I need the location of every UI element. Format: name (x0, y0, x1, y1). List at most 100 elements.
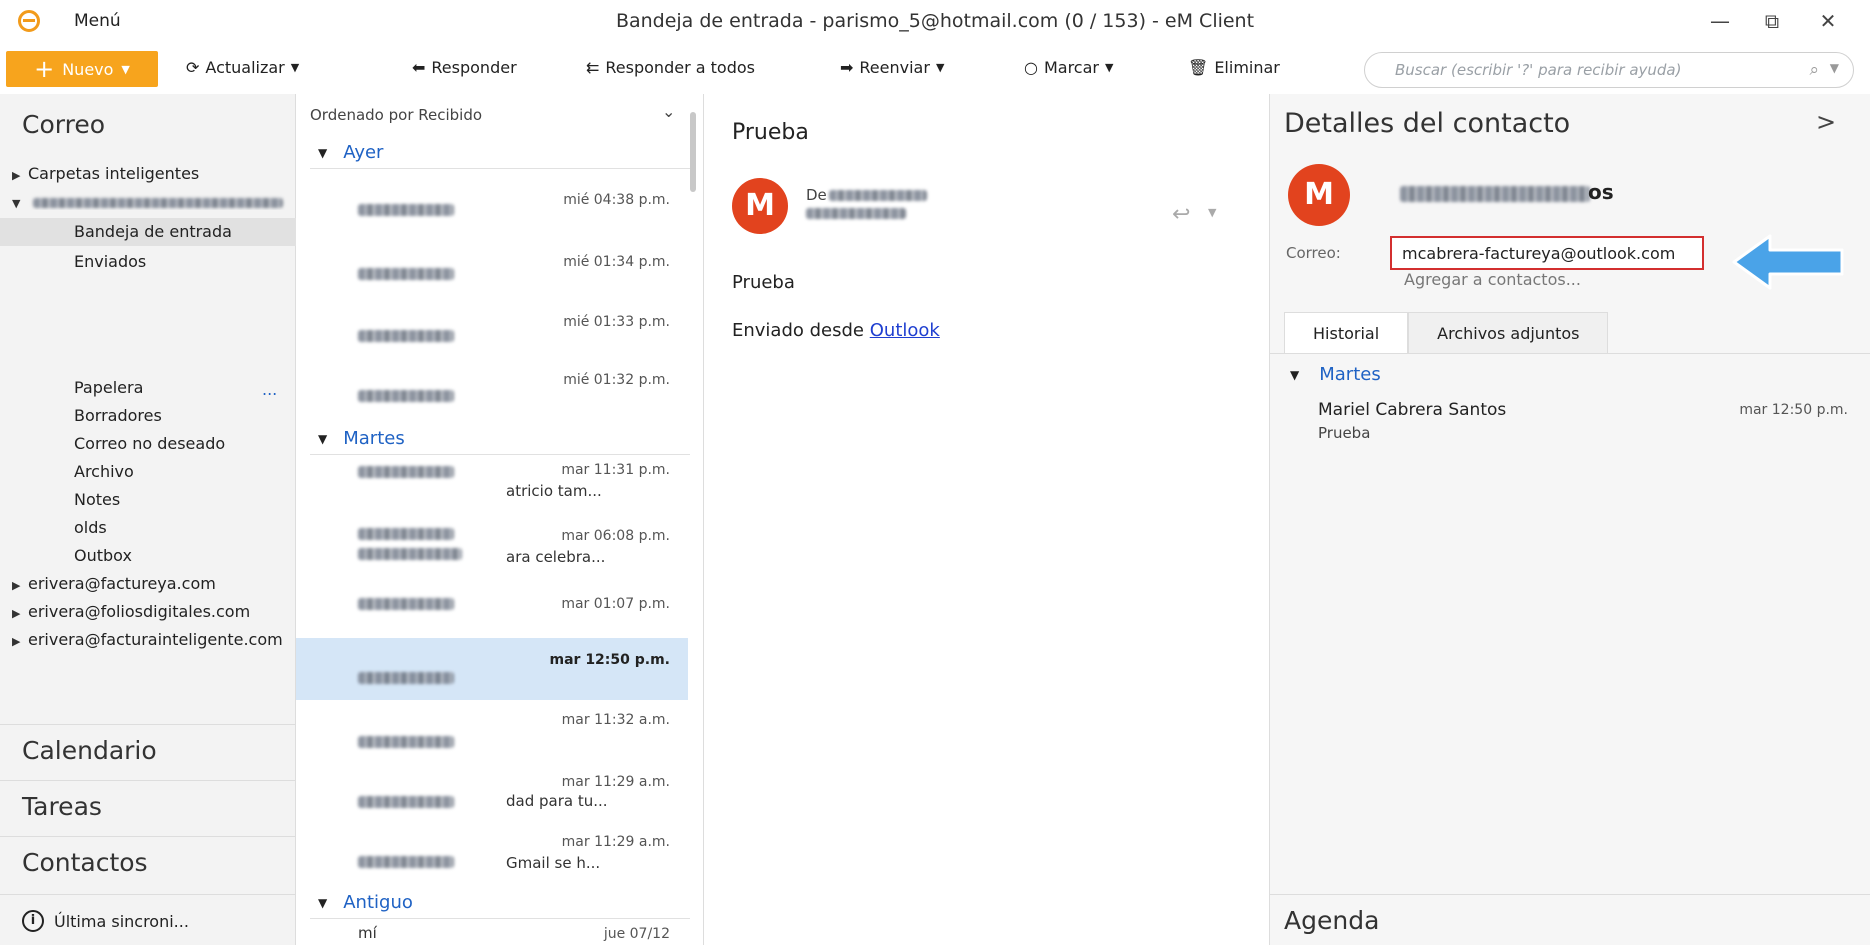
search-input[interactable] (1395, 61, 1785, 79)
chevron-down-icon: ▼ (935, 61, 945, 74)
from-label: De (806, 186, 827, 204)
history-subject[interactable]: Prueba (1318, 424, 1370, 442)
sender-address-blurred[interactable] (806, 208, 906, 219)
sender-name-blurred[interactable] (829, 190, 927, 201)
folder-drafts[interactable]: Borradores (74, 406, 162, 425)
calendar-nav[interactable]: Calendario (22, 736, 157, 765)
chevron-down-icon[interactable]: ▼ (1208, 206, 1216, 219)
list-item-selected[interactable]: mar 12:50 p.m. (296, 638, 688, 700)
collapse-icon[interactable]: ▼ (318, 896, 327, 910)
folder-outbox[interactable]: Outbox (74, 546, 132, 565)
chevron-down-icon: ▼ (290, 61, 300, 74)
contact-email-value[interactable]: mcabrera-factureya@outlook.com (1390, 236, 1704, 270)
avatar[interactable]: M (732, 178, 788, 234)
mark-label: Marcar (1043, 58, 1099, 77)
mail-heading[interactable]: Correo (22, 110, 105, 139)
reply-all-icon: ⇇ (586, 58, 600, 77)
collapse-icon[interactable]: ▼ (318, 146, 327, 160)
account-label: erivera@factureya.com (28, 574, 216, 593)
folder-junk[interactable]: Correo no deseado (74, 434, 225, 453)
agenda-heading[interactable]: Agenda (1284, 906, 1379, 935)
account-item-foliosdigitales[interactable]: ▶ erivera@foliosdigitales.com (12, 602, 296, 621)
message-time: mar 01:07 p.m. (561, 596, 670, 612)
chevron-down-icon[interactable]: ⌄ (662, 102, 675, 121)
search-dropdown-icon[interactable]: ▼ (1830, 61, 1839, 75)
list-item[interactable]: mar 06:08 p.m. ara celebra... (296, 518, 688, 584)
signature-text: Enviado desde (732, 320, 865, 341)
new-button[interactable]: + Nuevo ▼ (6, 51, 158, 87)
list-item[interactable]: mié 04:38 p.m. (296, 174, 688, 236)
group-header-tuesday[interactable]: ▼ Martes (318, 428, 405, 449)
reply-icon[interactable]: ↩ (1172, 202, 1190, 227)
divider (1270, 894, 1870, 895)
history-group-header[interactable]: ▼ Martes (1290, 364, 1381, 385)
sender-blurred (358, 528, 454, 540)
chevron-right-icon[interactable]: > (1816, 108, 1836, 136)
outlook-link[interactable]: Outlook (870, 320, 940, 341)
title-bar: Menú Bandeja de entrada - parismo_5@hotm… (0, 0, 1870, 44)
refresh-button[interactable]: ⟳ Actualizar ▼ (186, 58, 299, 77)
list-item[interactable]: mar 11:29 a.m. dad para tu... (296, 766, 688, 828)
group-label: Antiguo (343, 892, 413, 913)
search-icon[interactable]: ⌕ (1809, 60, 1819, 80)
expand-icon[interactable]: ▶ (12, 607, 28, 620)
add-to-contacts-link[interactable]: Agregar a contactos... (1404, 270, 1581, 289)
list-item[interactable]: mar 01:07 p.m. (296, 584, 688, 636)
list-item[interactable]: mié 01:33 p.m. (296, 298, 688, 358)
history-sender[interactable]: Mariel Cabrera Santos (1318, 400, 1506, 420)
account-item-factureya[interactable]: ▶ erivera@factureya.com (12, 574, 296, 593)
folder-olds[interactable]: olds (74, 518, 107, 537)
tasks-nav[interactable]: Tareas (22, 792, 102, 821)
list-item[interactable]: mié 01:32 p.m. (296, 358, 688, 420)
close-button[interactable]: ✕ (1808, 6, 1848, 36)
folder-archive[interactable]: Archivo (74, 462, 134, 481)
email-label: Correo: (1286, 244, 1341, 262)
group-header-yesterday[interactable]: ▼ Ayer (318, 142, 383, 163)
mark-button[interactable]: ○ Marcar ▼ (1024, 58, 1113, 77)
restore-button[interactable]: ⧉ (1752, 6, 1792, 36)
expand-icon[interactable]: ▶ (12, 579, 28, 592)
tab-attachments[interactable]: Archivos adjuntos (1408, 312, 1609, 354)
message-time: mar 11:31 p.m. (561, 462, 670, 478)
reply-button[interactable]: ⬅ Responder (412, 58, 517, 77)
expand-icon[interactable]: ▶ (12, 635, 28, 648)
sort-label[interactable]: Ordenado por Recibido (310, 106, 482, 124)
list-item[interactable]: mí jue 07/12 (296, 922, 688, 945)
forward-button[interactable]: ➡ Reenviar ▼ (840, 58, 944, 77)
tab-history[interactable]: Historial (1284, 312, 1409, 354)
collapse-icon[interactable]: ▼ (12, 197, 28, 210)
scrollbar[interactable] (690, 112, 696, 192)
contacts-nav[interactable]: Contactos (22, 848, 148, 877)
sync-status[interactable]: i Última sincroni... (22, 910, 189, 932)
delete-button[interactable]: 🗑 Eliminar (1188, 58, 1280, 77)
folder-more-button[interactable]: ... (262, 380, 277, 399)
list-item[interactable]: mié 01:34 p.m. (296, 236, 688, 298)
folder-sent[interactable]: Enviados (74, 252, 146, 271)
account-item-facturainteligente[interactable]: ▶ erivera@facturainteligente.com (12, 630, 296, 649)
expand-icon[interactable]: ▶ (12, 169, 28, 182)
divider (310, 168, 690, 169)
search-box: ⌕ ▼ (1364, 52, 1854, 88)
reply-all-button[interactable]: ⇇ Responder a todos (586, 58, 755, 77)
collapse-icon[interactable]: ▼ (318, 432, 327, 446)
message-subject: Prueba (732, 120, 809, 145)
group-header-older[interactable]: ▼ Antiguo (318, 892, 413, 913)
list-item[interactable]: mar 11:31 p.m. atricio tam... (296, 456, 688, 518)
smart-folders-item[interactable]: ▶ Carpetas inteligentes (12, 164, 292, 183)
message-time: mié 04:38 p.m. (563, 192, 670, 208)
folder-inbox[interactable]: Bandeja de entrada (0, 218, 296, 246)
sender-blurred (358, 796, 454, 808)
folder-trash[interactable]: Papelera (74, 378, 143, 397)
smart-folders-label: Carpetas inteligentes (28, 164, 200, 183)
list-item[interactable]: mar 11:32 a.m. (296, 700, 688, 766)
sender-blurred (358, 672, 454, 684)
list-item[interactable]: mar 11:29 a.m. Gmail se h... (296, 828, 688, 890)
collapse-icon[interactable]: ▼ (1290, 368, 1299, 382)
plus-icon: + (34, 55, 55, 83)
minimize-button[interactable]: — (1700, 6, 1740, 36)
window-title: Bandeja de entrada - parismo_5@hotmail.c… (615, 10, 1255, 32)
account-item-main[interactable]: ▼ (12, 192, 296, 210)
folder-notes[interactable]: Notes (74, 490, 120, 509)
message-signature: Enviado desde Outlook (732, 320, 940, 341)
contact-name-blurred (1400, 186, 1590, 202)
